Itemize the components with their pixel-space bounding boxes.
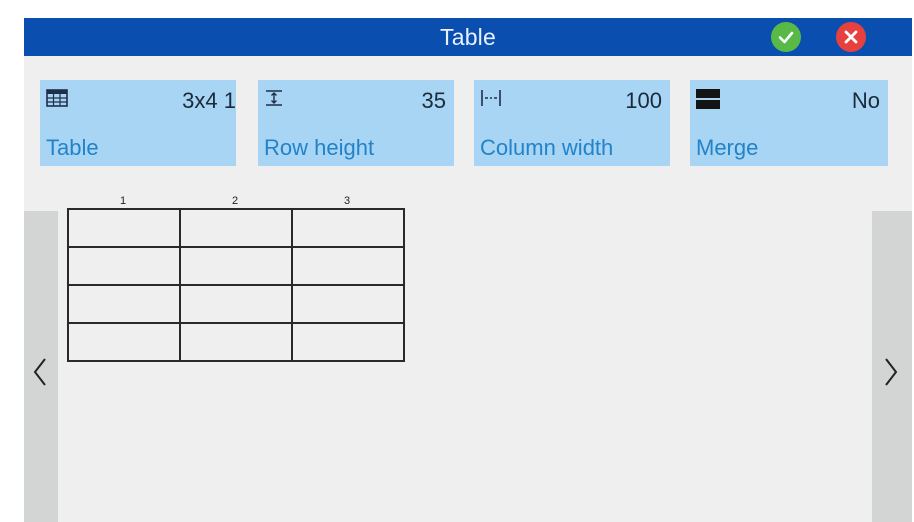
row-height-icon: [266, 90, 282, 106]
table-cell[interactable]: [291, 246, 405, 286]
column-number-2: 2: [231, 195, 239, 207]
table-cell[interactable]: [291, 284, 405, 324]
cancel-button[interactable]: [836, 22, 866, 52]
column-number-1: 1: [119, 195, 127, 207]
row-height-value: 35: [421, 88, 446, 113]
column-number-3: 3: [343, 195, 351, 207]
next-page-button[interactable]: [872, 211, 912, 522]
column-width-setting[interactable]: 100 Column width: [474, 80, 670, 166]
table-cell[interactable]: [179, 246, 293, 286]
chevron-right-icon: [885, 358, 898, 386]
title-bar: Table: [24, 18, 912, 56]
table-row: [67, 322, 405, 362]
previous-page-button[interactable]: [24, 211, 58, 522]
merge-value: No: [851, 88, 880, 113]
table-row: [67, 208, 405, 248]
table-cell[interactable]: [67, 208, 181, 248]
check-icon: [778, 31, 794, 44]
table-cell[interactable]: [179, 208, 293, 248]
table-editor-screen: Table 3x4 1 Table 35 Row height 100 Colu…: [24, 18, 912, 522]
merge-setting[interactable]: No Merge: [690, 80, 888, 166]
confirm-button[interactable]: [771, 22, 801, 52]
table-cell[interactable]: [67, 284, 181, 324]
chevron-left-icon: [33, 358, 46, 386]
table-cell[interactable]: [67, 322, 181, 362]
table-cell[interactable]: [179, 322, 293, 362]
table-cell[interactable]: [67, 246, 181, 286]
table-preview-grid: [67, 208, 405, 362]
table-row: [67, 284, 405, 324]
merge-cells-icon: [696, 89, 720, 109]
table-size-label: Table: [46, 135, 99, 160]
table-size-value: 3x4 1: [182, 88, 236, 113]
table-size-setting[interactable]: 3x4 1 Table: [40, 80, 236, 166]
close-icon: [844, 30, 858, 44]
table-row: [67, 246, 405, 286]
table-cell[interactable]: [291, 322, 405, 362]
column-width-label: Column width: [480, 135, 614, 160]
table-grid-icon: [46, 89, 68, 107]
row-height-setting[interactable]: 35 Row height: [258, 80, 454, 166]
table-cell[interactable]: [179, 284, 293, 324]
merge-label: Merge: [696, 135, 759, 160]
column-width-icon: [481, 90, 501, 106]
column-width-value: 100: [625, 88, 662, 113]
row-height-label: Row height: [264, 135, 375, 160]
table-cell[interactable]: [291, 208, 405, 248]
